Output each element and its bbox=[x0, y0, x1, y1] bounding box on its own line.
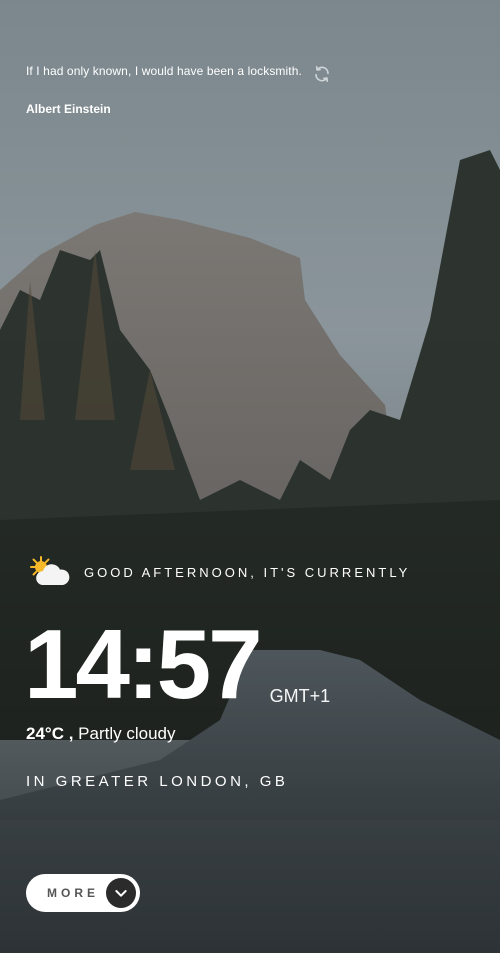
more-arrow-circle bbox=[106, 878, 136, 908]
quote-author: Albert Einstein bbox=[26, 102, 111, 116]
refresh-quote-button[interactable] bbox=[312, 64, 332, 84]
quote-block: If I had only known, I would have been a… bbox=[26, 58, 466, 116]
clock-timezone: GMT+1 bbox=[269, 686, 331, 706]
partly-cloudy-day-icon bbox=[30, 556, 70, 585]
weather-summary: 24°C , Partly cloudy bbox=[26, 724, 175, 744]
clock-time: 14:57 bbox=[24, 609, 263, 719]
location-text: In Greater London, GB bbox=[26, 773, 289, 790]
refresh-icon bbox=[315, 66, 329, 82]
quote-text: If I had only known, I would have been a… bbox=[26, 64, 302, 78]
quote-row: If I had only known, I would have been a… bbox=[26, 58, 466, 84]
weather-temperature: 24°C bbox=[26, 724, 64, 743]
clock-row: 14:57 GMT+1 bbox=[24, 615, 330, 713]
chevron-down-icon bbox=[115, 890, 127, 897]
more-button[interactable]: More bbox=[26, 874, 140, 912]
greeting-row: Good afternoon, it's currently bbox=[28, 555, 410, 589]
background-landscape-image bbox=[0, 0, 500, 953]
more-button-label: More bbox=[47, 886, 99, 900]
weather-condition: Partly cloudy bbox=[73, 724, 176, 743]
greeting-text: Good afternoon, it's currently bbox=[84, 564, 411, 580]
